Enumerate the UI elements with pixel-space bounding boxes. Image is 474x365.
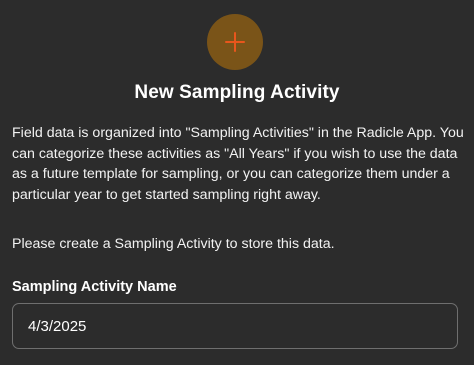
dialog-title: New Sampling Activity: [134, 82, 340, 103]
new-activity-badge: [207, 14, 263, 70]
new-sampling-activity-dialog: New Sampling Activity Field data is orga…: [0, 0, 474, 365]
plus-icon: [225, 32, 245, 52]
dialog-description: Field data is organized into "Sampling A…: [12, 125, 464, 203]
sampling-activity-name-input[interactable]: [12, 303, 458, 349]
sampling-activity-name-label: Sampling Activity Name: [12, 279, 177, 295]
dialog-prompt: Please create a Sampling Activity to sto…: [12, 236, 335, 252]
